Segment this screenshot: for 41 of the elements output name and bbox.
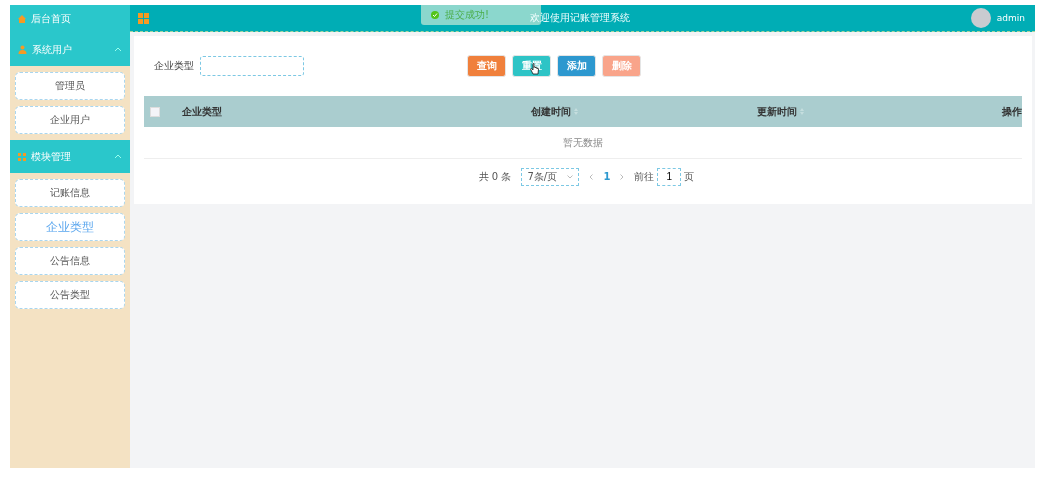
sidebar-item[interactable]: 公告类型	[15, 281, 125, 309]
delete-button[interactable]: 删除	[602, 55, 641, 77]
column-header[interactable]: 更新时间	[757, 104, 798, 119]
column-header: 操作	[1002, 104, 1022, 119]
add-button[interactable]: 添加	[557, 55, 596, 77]
sort-icon[interactable]	[573, 108, 578, 115]
search-button[interactable]: 查询	[467, 55, 506, 77]
sidebar-item[interactable]: 企业类型	[15, 213, 125, 241]
check-circle-icon	[431, 11, 439, 19]
search-label: 企业类型	[154, 59, 194, 73]
sidebar-item[interactable]: 管理员	[15, 72, 125, 100]
empty-message: 暂无数据	[563, 135, 603, 150]
sidebar-home-item[interactable]: 后台首页	[10, 5, 130, 33]
search-field[interactable]	[200, 56, 304, 76]
chevron-up-icon	[114, 154, 122, 159]
sidebar-item[interactable]: 企业用户	[15, 106, 125, 134]
column-header[interactable]: 创建时间	[530, 104, 571, 119]
select-all-checkbox[interactable]	[150, 106, 160, 117]
page-number[interactable]: 1	[603, 171, 611, 182]
sidebar-group[interactable]: 模块管理	[10, 140, 130, 173]
page-size-select[interactable]: 7条/页	[521, 167, 580, 186]
column-header: 企业类型	[181, 104, 222, 119]
header-title: 欢迎使用记账管理系统	[529, 11, 630, 25]
goto-label: 前往	[634, 169, 655, 184]
chevron-up-icon	[114, 47, 122, 52]
grid-icon	[18, 152, 26, 161]
grid-menu-icon[interactable]	[138, 12, 149, 24]
total-count: 共 0 条	[478, 169, 512, 184]
sidebar-item[interactable]: 公告信息	[15, 247, 125, 275]
person-icon	[18, 45, 27, 54]
next-page-icon[interactable]	[620, 173, 625, 180]
goto-page-field[interactable]: 1	[657, 167, 682, 186]
avatar[interactable]	[970, 8, 991, 28]
sidebar-item[interactable]: 记账信息	[15, 179, 125, 207]
sort-icon[interactable]	[800, 108, 805, 115]
previous-page-icon[interactable]	[589, 173, 594, 180]
sidebar-group[interactable]: 系统用户	[10, 33, 130, 66]
username[interactable]: admin	[996, 13, 1025, 23]
chevron-down-icon	[567, 174, 574, 179]
home-icon	[18, 15, 26, 23]
page-suffix: 页	[684, 169, 695, 184]
